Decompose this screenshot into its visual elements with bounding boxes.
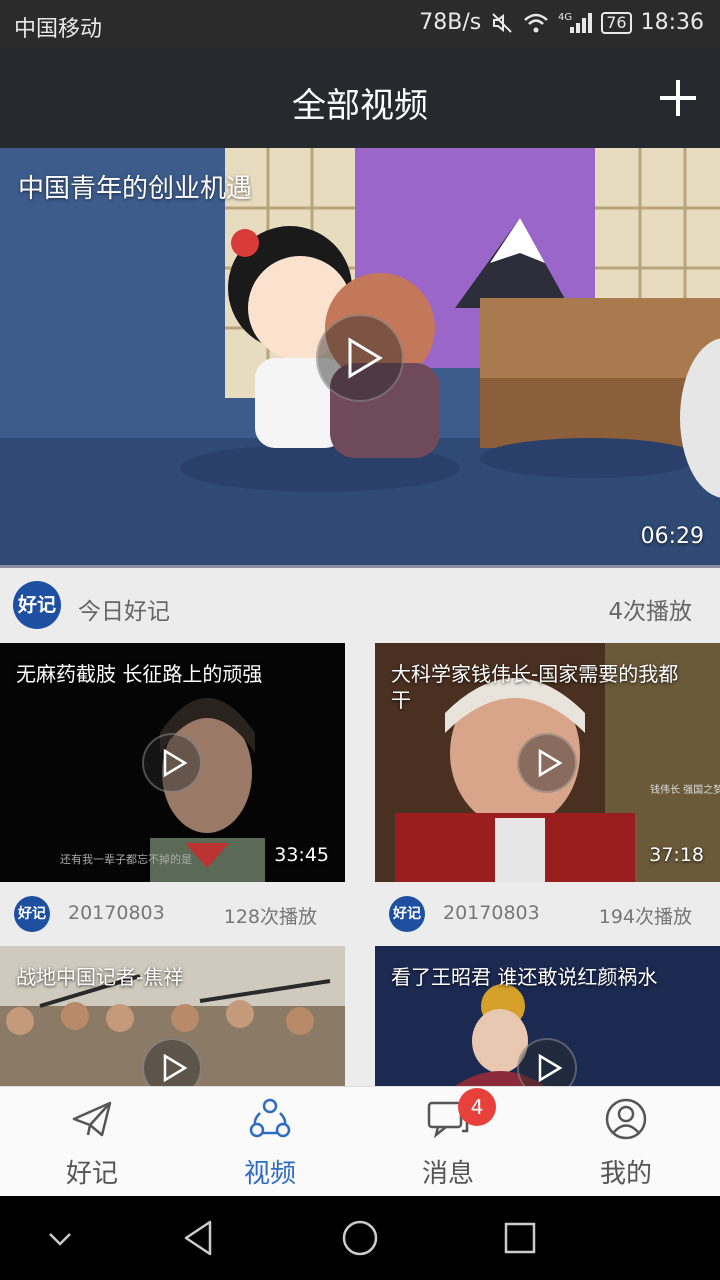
- featured-meta: 好记 今日好记 4次播放: [0, 565, 720, 643]
- chevron-down-icon[interactable]: [38, 1216, 82, 1260]
- signal-icon: 4G: [558, 12, 593, 33]
- tab-messages[interactable]: 消息: [358, 1087, 538, 1197]
- play-icon[interactable]: [517, 1038, 577, 1086]
- recents-icon[interactable]: [498, 1216, 542, 1260]
- video-date: 20170803: [443, 902, 540, 924]
- clock: 18:36: [640, 10, 704, 35]
- video-card[interactable]: 还有我一辈子都忘不掉的是 无麻药截肢 长征路上的顽强 33:45: [0, 643, 345, 882]
- video-card[interactable]: 看了王昭君 谁还敢说红颜祸水: [375, 946, 720, 1086]
- tab-label: 消息: [421, 1159, 474, 1189]
- video-title: 大科学家钱伟长-国家需要的我都干: [391, 662, 679, 712]
- page-title: 全部视频: [292, 86, 428, 126]
- video-meta: 好记 20170803 194次播放: [375, 882, 720, 946]
- mute-icon: [492, 12, 512, 33]
- video-date: 20170803: [68, 902, 165, 924]
- play-icon[interactable]: [316, 314, 404, 402]
- video-duration: 33:45: [274, 844, 329, 866]
- play-count: 194次播放: [598, 906, 692, 928]
- tab-haoji[interactable]: 好记: [2, 1087, 182, 1197]
- channel-name[interactable]: 今日好记: [78, 592, 170, 626]
- app-header: 全部视频: [0, 48, 720, 148]
- video-card[interactable]: 钱伟长 强国之梦 大科学家钱伟长-国家需要的我都干 37:18: [375, 643, 720, 882]
- video-title: 战地中国记者-焦祥: [16, 965, 184, 989]
- play-count: 128次播放: [223, 906, 317, 928]
- share-circles-icon: [249, 1098, 291, 1138]
- wifi-icon: [524, 13, 549, 32]
- channel-logo[interactable]: 好记: [389, 896, 425, 932]
- channel-logo[interactable]: 好记: [14, 896, 50, 932]
- featured-title: 中国青年的创业机遇: [18, 174, 253, 204]
- battery-icon: 76: [601, 11, 632, 34]
- svg-text:还有我一辈子都忘不掉的是: 还有我一辈子都忘不掉的是: [60, 852, 192, 866]
- svg-text:钱伟长 强国之梦: 钱伟长 强国之梦: [650, 783, 720, 796]
- paper-plane-icon: [72, 1101, 112, 1137]
- network-speed: 78B/s: [419, 10, 482, 35]
- status-icons: 78B/s 4G 76 18:36: [419, 10, 704, 35]
- tab-label: 好记: [65, 1159, 118, 1189]
- video-duration: 37:18: [649, 844, 704, 866]
- play-icon[interactable]: [142, 733, 202, 793]
- video-title: 无麻药截肢 长征路上的顽强: [16, 662, 263, 686]
- carrier-name: 中国移动: [14, 17, 103, 42]
- home-icon[interactable]: [338, 1216, 382, 1260]
- tab-video[interactable]: 视频: [180, 1087, 360, 1197]
- tab-label: 我的: [599, 1159, 652, 1189]
- system-nav-bar: [0, 1196, 720, 1280]
- video-meta: 好记 20170803 128次播放: [0, 882, 345, 946]
- back-icon[interactable]: [178, 1216, 222, 1260]
- play-icon[interactable]: [142, 1038, 202, 1086]
- play-count: 4次播放: [608, 599, 692, 625]
- channel-logo[interactable]: 好记: [13, 581, 61, 629]
- unread-badge: 4: [458, 1088, 496, 1126]
- plus-icon[interactable]: [656, 76, 700, 120]
- tab-mine[interactable]: 我的: [536, 1087, 716, 1197]
- svg-text:4G: 4G: [558, 12, 572, 23]
- video-card[interactable]: 战地中国记者-焦祥: [0, 946, 345, 1086]
- featured-video[interactable]: 中国青年的创业机遇 06:29: [0, 148, 720, 565]
- bottom-tab-bar: 好记 视频 消息 我的: [0, 1086, 720, 1196]
- video-title: 看了王昭君 谁还敢说红颜祸水: [391, 965, 658, 989]
- tab-label: 视频: [243, 1159, 296, 1189]
- user-icon: [605, 1098, 647, 1140]
- status-bar: 中国移动 78B/s 4G 76 18:36: [0, 0, 720, 48]
- featured-duration: 06:29: [640, 524, 704, 549]
- play-icon[interactable]: [517, 733, 577, 793]
